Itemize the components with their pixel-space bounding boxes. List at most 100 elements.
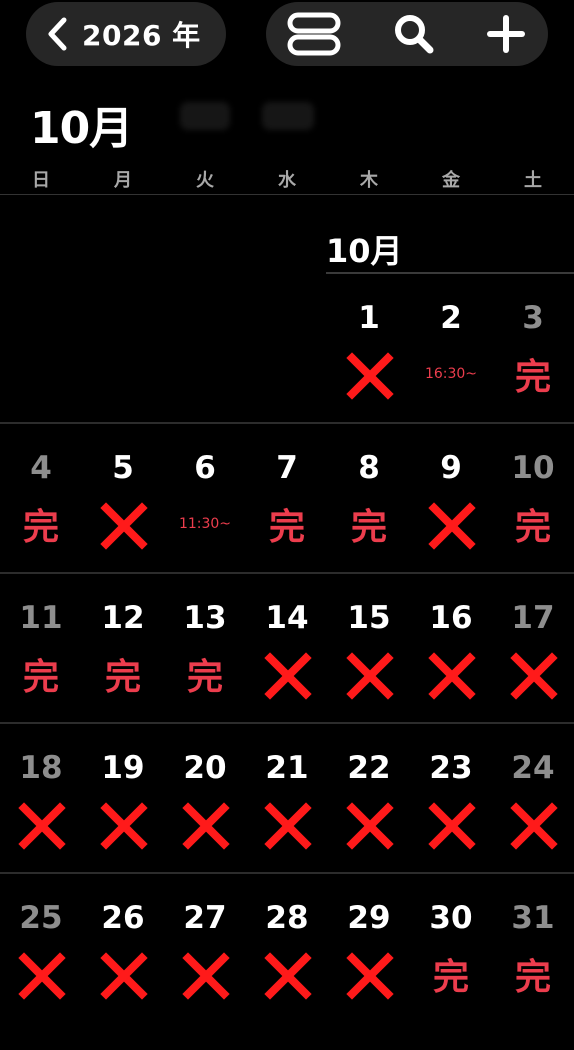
- day-number: 16: [429, 600, 473, 636]
- done-mark: 完: [186, 657, 223, 698]
- x-mark-icon: [428, 502, 476, 550]
- day-number: 4: [30, 450, 52, 486]
- day-number: 5: [112, 450, 134, 486]
- layout-toggle-button[interactable]: [274, 2, 354, 66]
- weekday-label: 木: [360, 170, 378, 191]
- x-mark-icon: [100, 502, 148, 550]
- toolbar: [266, 2, 548, 66]
- day-number: 28: [265, 900, 309, 936]
- calendar-day[interactable]: 12 完: [82, 600, 164, 750]
- weekday-label: 月: [114, 170, 132, 191]
- x-mark-icon: [510, 652, 558, 700]
- x-mark-icon: [346, 952, 394, 1000]
- blurred-region: [262, 102, 314, 130]
- chevron-left-icon: [48, 17, 67, 51]
- calendar-day[interactable]: 25: [0, 900, 82, 1050]
- weekday-label: 水: [278, 170, 296, 191]
- calendar-day[interactable]: 14: [246, 600, 328, 750]
- day-number: 2: [440, 300, 462, 336]
- calendar-day[interactable]: 19: [82, 750, 164, 900]
- x-mark-icon: [182, 952, 230, 1000]
- calendar-day[interactable]: 22: [328, 750, 410, 900]
- calendar-day[interactable]: 31 完: [492, 900, 574, 1050]
- calendar-day[interactable]: 15: [328, 600, 410, 750]
- day-number: 27: [183, 900, 227, 936]
- calendar-day[interactable]: 24: [492, 750, 574, 900]
- day-number: 31: [511, 900, 555, 936]
- calendar-day[interactable]: 27: [164, 900, 246, 1050]
- calendar-day[interactable]: 29: [328, 900, 410, 1050]
- back-year-label: 2026 年: [82, 19, 201, 52]
- calendar-day[interactable]: 2 16:30~: [410, 300, 492, 450]
- day-number: 26: [101, 900, 145, 936]
- x-mark-icon: [428, 802, 476, 850]
- calendar-day[interactable]: 13 完: [164, 600, 246, 750]
- calendar-day[interactable]: 26: [82, 900, 164, 1050]
- calendar-day[interactable]: 4完: [0, 450, 82, 600]
- blurred-region: [180, 102, 230, 130]
- calendar-day[interactable]: 3完: [492, 300, 574, 450]
- weekday-label: 日: [32, 170, 50, 191]
- calendar-day[interactable]: 21: [246, 750, 328, 900]
- day-number: 11: [19, 600, 63, 636]
- calendar-day[interactable]: 16: [410, 600, 492, 750]
- calendar-day[interactable]: 18: [0, 750, 82, 900]
- day-number: 14: [265, 600, 309, 636]
- day-number: 1: [358, 300, 380, 336]
- x-mark-icon: [346, 802, 394, 850]
- x-mark-icon: [264, 802, 312, 850]
- day-number: 12: [101, 600, 145, 636]
- day-number: 13: [183, 600, 227, 636]
- x-mark-icon: [264, 952, 312, 1000]
- day-number: 8: [358, 450, 380, 486]
- x-mark-icon: [346, 652, 394, 700]
- x-mark-icon: [182, 802, 230, 850]
- x-mark-icon: [18, 952, 66, 1000]
- day-number: 9: [440, 450, 462, 486]
- divider: [0, 194, 574, 195]
- day-number: 15: [347, 600, 391, 636]
- done-mark: 完: [22, 507, 59, 548]
- calendar-day[interactable]: 20: [164, 750, 246, 900]
- x-mark-icon: [100, 802, 148, 850]
- search-button[interactable]: [374, 2, 454, 66]
- calendar-day[interactable]: 9: [410, 450, 492, 600]
- day-number: 23: [429, 750, 473, 786]
- day-number: 30: [429, 900, 473, 936]
- x-mark-icon: [18, 802, 66, 850]
- x-mark-icon: [428, 652, 476, 700]
- calendar-day[interactable]: 7完: [246, 450, 328, 600]
- layout-toggle-icon: [287, 12, 341, 56]
- plus-icon: [487, 15, 525, 53]
- calendar-day[interactable]: 1: [328, 300, 410, 450]
- day-number: 6: [194, 450, 216, 486]
- calendar-day[interactable]: 28: [246, 900, 328, 1050]
- calendar-day[interactable]: 23: [410, 750, 492, 900]
- done-mark: 完: [350, 507, 387, 548]
- done-mark: 完: [22, 657, 59, 698]
- weekday-label: 土: [524, 170, 542, 191]
- weekday-label: 火: [196, 170, 214, 191]
- calendar-day[interactable]: 6 11:30~: [164, 450, 246, 600]
- calendar-day[interactable]: 30 完: [410, 900, 492, 1050]
- back-to-year-button[interactable]: 2026 年: [26, 2, 226, 66]
- day-number: 10: [511, 450, 555, 486]
- done-mark: 完: [514, 957, 551, 998]
- weekday-header: 日 月 火 水 木 金 土: [0, 166, 574, 192]
- day-number: 21: [265, 750, 309, 786]
- calendar-day[interactable]: 10 完: [492, 450, 574, 600]
- add-event-button[interactable]: [466, 2, 546, 66]
- day-number: 29: [347, 900, 391, 936]
- x-mark-icon: [510, 802, 558, 850]
- calendar-day[interactable]: 8完: [328, 450, 410, 600]
- day-number: 19: [101, 750, 145, 786]
- calendar-day[interactable]: 17: [492, 600, 574, 750]
- done-mark: 完: [514, 507, 551, 548]
- done-mark: 完: [514, 357, 551, 398]
- day-number: 3: [522, 300, 544, 336]
- search-icon: [395, 15, 434, 54]
- day-number: 22: [347, 750, 391, 786]
- calendar-day[interactable]: 11 完: [0, 600, 82, 750]
- day-number: 20: [183, 750, 227, 786]
- calendar-day[interactable]: 5: [82, 450, 164, 600]
